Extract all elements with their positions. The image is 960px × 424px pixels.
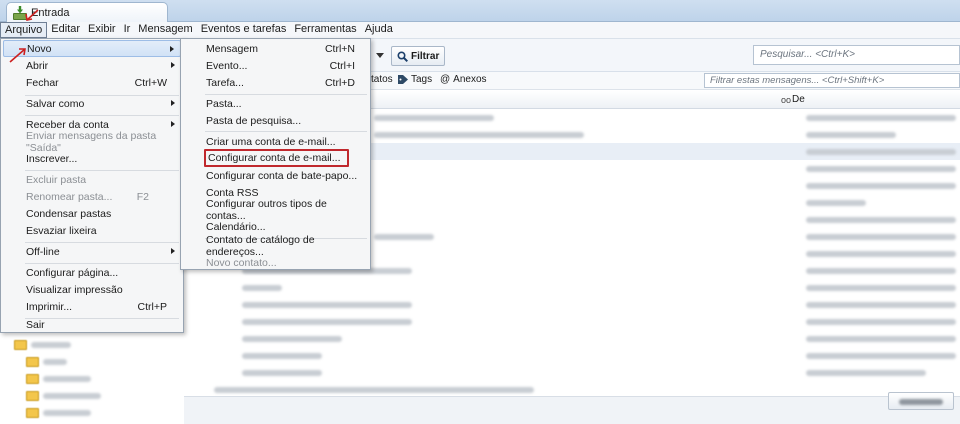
table-row[interactable]: [184, 330, 960, 347]
attachments-filter[interactable]: @ Anexos: [440, 74, 487, 85]
submenu-arrow-icon: [171, 100, 175, 106]
thread-icon[interactable]: oo: [781, 95, 791, 105]
tab-label: Entrada: [31, 7, 70, 19]
menu-item-outros-tipos-contas[interactable]: Configurar outros tipos de contas...: [183, 198, 369, 222]
paperclip-icon: @: [440, 74, 451, 85]
submenu-arrow-icon: [171, 248, 175, 254]
menu-item-nova-tarefa[interactable]: Tarefa... Ctrl+D: [183, 74, 369, 91]
menu-item-abrir[interactable]: Abrir: [3, 57, 181, 74]
dropdown-chevron-icon[interactable]: [371, 46, 389, 66]
menu-item-pasta-de-pesquisa[interactable]: Pasta de pesquisa...: [183, 112, 369, 129]
menu-item-novo[interactable]: Novo: [3, 40, 181, 57]
filter-messages-input[interactable]: Filtrar estas mensagens... <Ctrl+Shift+K…: [704, 73, 960, 88]
table-row[interactable]: [184, 279, 960, 296]
menu-item-salvar-como[interactable]: Salvar como: [3, 95, 181, 112]
search-input[interactable]: Pesquisar... <Ctrl+K>: [753, 45, 960, 65]
menu-ir[interactable]: Ir: [120, 22, 135, 38]
menu-mensagem[interactable]: Mensagem: [134, 22, 196, 38]
menu-item-nova-pasta[interactable]: Pasta...: [183, 95, 369, 112]
attachments-filter-label: Anexos: [453, 74, 487, 85]
menu-item-renomear-pasta[interactable]: Renomear pasta... F2: [3, 188, 181, 205]
status-button[interactable]: [888, 392, 954, 410]
folder-icon: [26, 390, 39, 401]
menu-separator: [205, 131, 367, 132]
menubar: Arquivo Editar Exibir Ir Mensagem Evento…: [0, 22, 960, 39]
table-row[interactable]: [184, 313, 960, 330]
tab-strip: Entrada: [0, 0, 960, 23]
table-row[interactable]: [184, 296, 960, 313]
folder-item[interactable]: [26, 404, 91, 421]
search-icon: [397, 50, 408, 62]
folder-icon: [26, 407, 39, 418]
folder-icon: [26, 373, 39, 384]
folder-item[interactable]: [26, 387, 101, 404]
menu-item-off-line[interactable]: Off-line: [3, 243, 181, 260]
novo-submenu: Mensagem Ctrl+N Evento... Ctrl+I Tarefa...…: [180, 38, 371, 270]
menu-item-criar-conta-email[interactable]: Criar uma conta de e-mail...: [183, 133, 369, 150]
menu-item-novo-evento[interactable]: Evento... Ctrl+I: [183, 57, 369, 74]
arquivo-menu: Novo Abrir Fechar Ctrl+W Salvar como Rece…: [0, 38, 184, 333]
table-row[interactable]: [184, 347, 960, 364]
menu-item-fechar[interactable]: Fechar Ctrl+W: [3, 74, 181, 91]
tags-filter-label: Tags: [411, 74, 433, 85]
folder-item[interactable]: [26, 370, 91, 387]
menu-item-sair[interactable]: Sair: [3, 316, 181, 333]
menu-item-nova-mensagem[interactable]: Mensagem Ctrl+N: [183, 40, 369, 57]
menu-item-imprimir[interactable]: Imprimir... Ctrl+P: [3, 298, 181, 315]
submenu-arrow-icon: [171, 121, 175, 127]
menu-exibir[interactable]: Exibir: [84, 22, 120, 38]
status-bar: [184, 396, 960, 424]
table-row[interactable]: [184, 364, 960, 381]
folder-pane: [0, 332, 184, 424]
menu-item-enviar-mensagens[interactable]: Enviar mensagens da pasta "Saída": [3, 130, 181, 154]
menu-item-esvaziar-lixeira[interactable]: Esvaziar lixeira: [3, 222, 181, 239]
menu-item-configurar-pagina[interactable]: Configurar página...: [3, 264, 181, 281]
filter-button[interactable]: Filtrar: [391, 46, 446, 66]
menu-item-inscrever[interactable]: Inscrever...: [3, 150, 181, 167]
inbox-download-icon: [13, 5, 27, 20]
menu-item-novo-contato[interactable]: Novo contato...: [183, 254, 369, 271]
contacts-filter[interactable]: tatos: [371, 74, 393, 85]
folder-item[interactable]: [14, 336, 71, 353]
submenu-arrow-icon: [171, 62, 175, 68]
folder-icon: [14, 339, 27, 350]
tags-filter[interactable]: Tags: [398, 74, 432, 85]
folder-icon: [26, 356, 39, 367]
menu-ferramentas[interactable]: Ferramentas: [290, 22, 360, 38]
folder-item[interactable]: [26, 353, 67, 370]
menu-item-calendario[interactable]: Calendário...: [183, 218, 369, 235]
menu-item-contato-catalogo[interactable]: Contato de catálogo de endereços...: [183, 234, 369, 258]
column-from[interactable]: De: [792, 94, 805, 105]
menu-arquivo[interactable]: Arquivo: [0, 22, 48, 38]
menu-item-excluir-pasta[interactable]: Excluir pasta: [3, 171, 181, 188]
contacts-filter-label: tatos: [371, 74, 393, 85]
submenu-arrow-icon: [170, 46, 174, 52]
tab-entrada[interactable]: Entrada: [6, 2, 168, 23]
menu-item-configurar-conta-bate-papo[interactable]: Configurar conta de bate-papo...: [183, 167, 369, 184]
menu-item-configurar-conta-email[interactable]: Configurar conta de e-mail...: [204, 149, 349, 167]
tag-icon: [398, 75, 408, 84]
menu-eventos-tarefas[interactable]: Eventos e tarefas: [197, 22, 291, 38]
menu-ajuda[interactable]: Ajuda: [361, 22, 397, 38]
menu-editar[interactable]: Editar: [47, 22, 84, 38]
menu-item-visualizar-impressao[interactable]: Visualizar impressão: [3, 281, 181, 298]
filter-button-label: Filtrar: [411, 50, 440, 62]
menu-item-condensar-pastas[interactable]: Condensar pastas: [3, 205, 181, 222]
